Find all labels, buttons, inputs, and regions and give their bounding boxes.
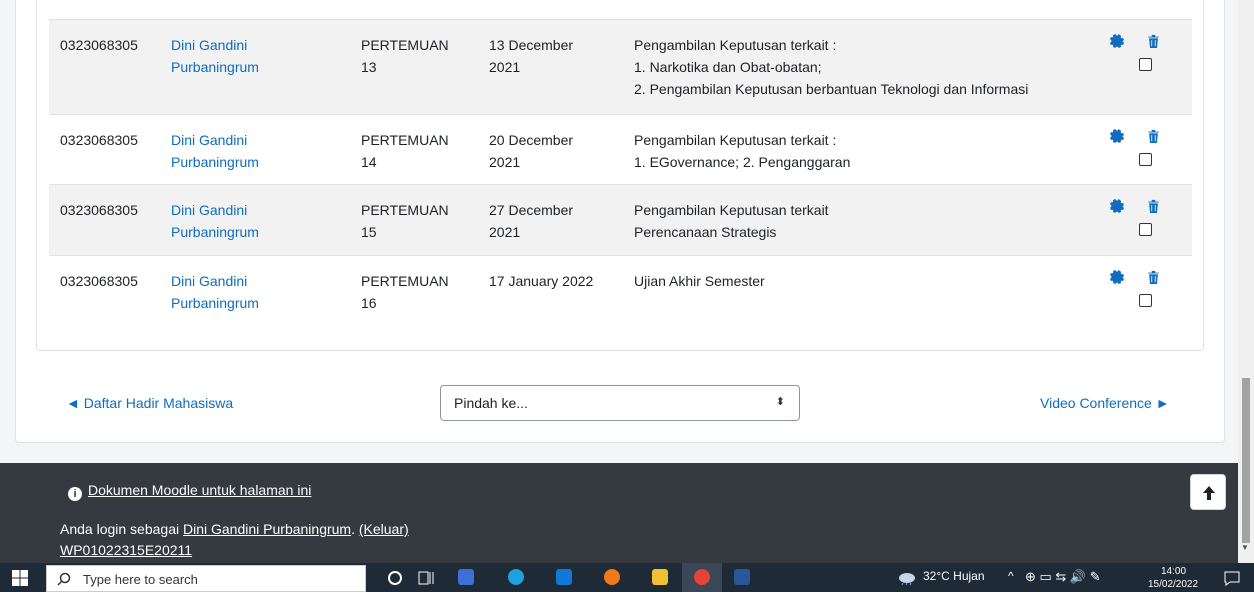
student-name-link[interactable]: Dini Gandini Purbaningrum	[171, 270, 281, 314]
date-cell: 20 December 2021	[489, 132, 574, 170]
table-row: 0323068305 Dini Gandini Purbaningrum PER…	[49, 114, 1192, 184]
row-actions	[1109, 270, 1159, 314]
search-placeholder: Type here to search	[83, 572, 198, 587]
clock-time[interactable]: 14:00	[1161, 566, 1186, 577]
row-actions	[1109, 199, 1159, 243]
topic-cell: Pengambilan Keputusan terkait : 1. Narko…	[634, 37, 1029, 97]
tray-network-icon[interactable]: ⊕ ▭ ⇆ 🔊 ✎	[1025, 569, 1101, 585]
scroll-down-arrow-icon[interactable]: ▼	[1241, 543, 1249, 552]
topic-cell: Pengambilan Keputusan terkait : 1. EGove…	[634, 132, 851, 170]
arrow-up-icon	[1203, 486, 1215, 500]
word-app-icon[interactable]	[734, 569, 750, 585]
gear-icon[interactable]	[1110, 199, 1124, 213]
trash-icon[interactable]	[1147, 34, 1160, 48]
date-cell: 13 December 2021	[489, 37, 574, 75]
logout-link[interactable]: (Keluar)	[359, 521, 409, 537]
moodle-docs-row: i Dokumen Moodle untuk halaman ini	[68, 482, 311, 501]
student-name-link[interactable]: Dini Gandini Purbaningrum	[171, 199, 281, 243]
prev-activity-link[interactable]: ◄ Daftar Hadir Mahasiswa	[66, 395, 233, 411]
row-actions	[1109, 34, 1159, 78]
firefox-icon[interactable]	[604, 569, 620, 585]
date-cell: 17 January 2022	[489, 273, 594, 289]
taskbar-search-box[interactable]: Type here to search	[46, 565, 366, 592]
row-checkbox[interactable]	[1139, 294, 1152, 307]
table-row: 0323068305 Dini Gandini Purbaningrum PER…	[49, 19, 1192, 114]
weather-cloud-icon	[899, 573, 915, 585]
table-row: 0323068305 Dini Gandini Purbaningrum PER…	[49, 184, 1192, 255]
student-name-link[interactable]: Dini Gandini Purbaningrum	[171, 129, 281, 173]
nim-cell: 0323068305	[60, 37, 138, 53]
gear-icon[interactable]	[1110, 129, 1124, 143]
meeting-cell: PERTEMUAN 16	[361, 273, 449, 311]
trash-icon[interactable]	[1147, 270, 1160, 284]
table-row: 0323068305 Dini Gandini Purbaningrum PER…	[49, 255, 1192, 325]
chrome-browser-icon[interactable]	[694, 569, 710, 585]
topic-cell: Pengambilan Keputusan terkait Perencanaa…	[634, 202, 829, 240]
file-explorer-icon[interactable]	[652, 569, 668, 585]
course-code: WP01022315E20211	[60, 542, 193, 558]
clock-date[interactable]: 15/02/2022	[1148, 579, 1198, 590]
login-info: Anda login sebagai Dini Gandini Purbanin…	[60, 521, 409, 537]
select-arrows-icon: ⬍	[775, 396, 785, 408]
trash-icon[interactable]	[1147, 199, 1160, 213]
moodle-docs-link[interactable]: Dokumen Moodle untuk halaman ini	[88, 482, 311, 498]
row-actions	[1109, 129, 1159, 173]
trash-icon[interactable]	[1147, 129, 1160, 143]
mail-app-icon[interactable]	[556, 569, 572, 585]
row-checkbox[interactable]	[1139, 223, 1152, 236]
info-icon: i	[68, 487, 82, 501]
nim-cell: 0323068305	[60, 273, 138, 289]
system-tray-icons[interactable]: ^	[1008, 569, 1014, 583]
page-footer: i Dokumen Moodle untuk halaman ini Anda l…	[0, 463, 1238, 563]
gear-icon[interactable]	[1110, 270, 1124, 284]
windows-start-icon[interactable]	[12, 570, 28, 586]
login-separator: .	[351, 521, 359, 537]
row-checkbox[interactable]	[1139, 153, 1152, 166]
meeting-cell: PERTEMUAN 13	[361, 37, 449, 75]
task-view-icon[interactable]	[418, 570, 434, 586]
gear-icon[interactable]	[1110, 34, 1124, 48]
row-checkbox[interactable]	[1139, 58, 1152, 71]
back-to-top-button[interactable]	[1190, 474, 1226, 510]
next-activity-link[interactable]: Video Conference ►	[1040, 395, 1170, 411]
meeting-cell: PERTEMUAN 15	[361, 202, 449, 240]
topic-cell: Ujian Akhir Semester	[634, 273, 765, 289]
user-profile-link[interactable]: Dini Gandini Purbaningrum	[183, 521, 351, 537]
weather-text[interactable]: 32°C Hujan	[923, 569, 985, 583]
date-cell: 27 December 2021	[489, 202, 574, 240]
login-prefix: Anda login sebagai	[60, 521, 183, 537]
nim-cell: 0323068305	[60, 202, 138, 218]
search-icon	[57, 572, 71, 586]
store-app-icon[interactable]	[458, 569, 474, 585]
edge-browser-icon[interactable]	[508, 569, 524, 585]
notification-center-icon[interactable]	[1224, 570, 1240, 586]
cortana-icon[interactable]	[387, 570, 403, 586]
student-name-link[interactable]: Dini Gandini Purbaningrum	[171, 34, 281, 78]
nim-cell: 0323068305	[60, 132, 138, 148]
jump-to-value: Pindah ke...	[454, 395, 528, 411]
meeting-cell: PERTEMUAN 14	[361, 132, 449, 170]
jump-to-select[interactable]: Pindah ke... ⬍	[440, 385, 800, 421]
scrollbar-thumb[interactable]	[1242, 378, 1250, 543]
